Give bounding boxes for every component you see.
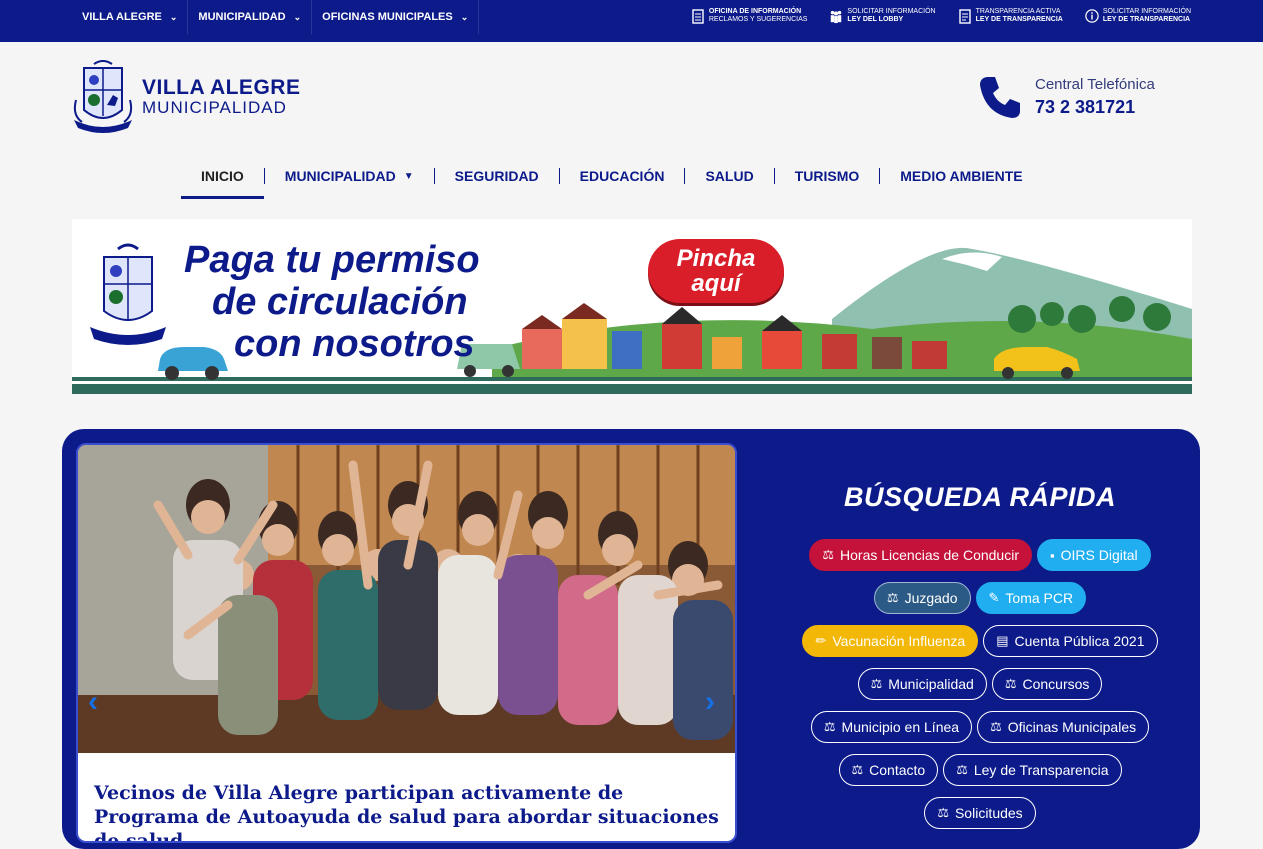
quick-link-horas-licencias[interactable]: ⚖ Horas Licencias de Conducir xyxy=(809,539,1032,571)
scale-icon: ⚖ xyxy=(870,676,883,691)
top-bar: VILLA ALEGRE ⌄ MUNICIPALIDAD ⌄ OFICINAS MU… xyxy=(0,0,1263,42)
topnav-villa-alegre[interactable]: VILLA ALEGRE ⌄ xyxy=(72,0,189,34)
logo-line1: VILLA ALEGRE xyxy=(142,76,301,99)
quick-search-links: ⚖ Horas Licencias de Conducir ▪ OIRS Digit… xyxy=(770,539,1190,840)
quick-link-cuenta-publica[interactable]: ▤ Cuenta Pública 2021 xyxy=(983,625,1158,657)
logo-line2: MUNICIPALIDAD xyxy=(142,98,287,117)
toplink-transparencia-activa[interactable]: TRANSPARENCIA ACTIVA LEY DE TRANSPARENCIA xyxy=(958,8,1063,24)
pencil-icon: ✏ xyxy=(815,633,827,648)
scale-icon: ⚖ xyxy=(823,719,836,734)
scale-icon: ⚖ xyxy=(886,590,899,605)
scale-icon: ⚖ xyxy=(1004,676,1017,691)
scale-icon: ⚖ xyxy=(990,719,1002,734)
syringe-icon: ✎ xyxy=(988,590,1000,605)
briefcase-icon: ▪ xyxy=(1050,547,1055,563)
info-icon xyxy=(1085,8,1099,24)
slider-next-arrow-icon[interactable]: › xyxy=(705,685,715,719)
quick-link-ley-transparencia[interactable]: ⚖ Ley de Transparencia xyxy=(943,754,1122,786)
news-photo: ‹ › xyxy=(78,445,735,753)
document-icon xyxy=(691,8,705,24)
quick-link-solicitudes[interactable]: ⚖ Solicitudes xyxy=(924,797,1036,829)
phone-contact[interactable]: Central Telefónica 73 2 381721 xyxy=(977,74,1155,120)
news-headline[interactable]: Vecinos de Villa Alegre participan activ… xyxy=(94,781,724,841)
main-nav: INICIO MUNICIPALIDAD ▼ SEGURIDAD EDUCACIÓ… xyxy=(181,160,1043,199)
phone-icon xyxy=(980,77,1020,118)
nav-municipalidad[interactable]: MUNICIPALIDAD ▼ xyxy=(265,160,434,192)
site-logo[interactable]: VILLA ALEGRE MUNICIPALIDAD xyxy=(72,60,300,134)
quick-link-concursos[interactable]: ⚖ Concursos xyxy=(991,668,1103,700)
scale-icon: ⚖ xyxy=(822,547,835,562)
toplink-lobby[interactable]: SOLICITAR INFORMACIÓN LEY DEL LOBBY xyxy=(829,8,936,24)
nav-educacion[interactable]: EDUCACIÓN xyxy=(560,160,685,192)
news-slider[interactable]: ‹ › Vecinos de Villa Alegre participan a… xyxy=(76,443,737,843)
topnav-oficinas-municipales[interactable]: OFICINAS MUNICIPALES ⌄ xyxy=(312,0,480,34)
chevron-down-icon: ⌄ xyxy=(460,11,469,22)
quick-link-contacto[interactable]: ⚖ Contacto xyxy=(838,754,939,786)
nav-inicio[interactable]: INICIO xyxy=(181,160,264,199)
quick-link-oirs-digital[interactable]: ▪ OIRS Digital xyxy=(1037,539,1151,571)
chevron-down-icon: ⌄ xyxy=(293,11,302,22)
top-links: OFICINA DE INFORMACIÓN RECLAMOS Y SUGEREN… xyxy=(691,8,1191,24)
slider-prev-arrow-icon[interactable]: ‹ xyxy=(88,685,98,719)
toplink-oirs[interactable]: OFICINA DE INFORMACIÓN RECLAMOS Y SUGEREN… xyxy=(691,8,807,24)
scale-icon: ⚖ xyxy=(937,805,949,820)
municipal-crest-icon xyxy=(73,60,133,133)
nav-salud[interactable]: SALUD xyxy=(685,160,773,192)
topnav-municipalidad[interactable]: MUNICIPALIDAD ⌄ xyxy=(188,0,313,34)
newspaper-icon: ▤ xyxy=(996,633,1009,648)
list-document-icon xyxy=(958,8,972,24)
scale-icon: ⚖ xyxy=(851,762,864,777)
nav-medio-ambiente[interactable]: MEDIO AMBIENTE xyxy=(880,160,1042,192)
quick-link-vacunacion-influenza[interactable]: ✏ Vacunación Influenza xyxy=(802,625,979,657)
toplink-solicitar-transparencia[interactable]: SOLICITAR INFORMACIÓN LEY DE TRANSPARENCI… xyxy=(1085,8,1191,24)
quick-link-municipalidad[interactable]: ⚖ Municipalidad xyxy=(857,668,987,700)
caret-down-icon: ▼ xyxy=(403,170,414,182)
nav-turismo[interactable]: TURISMO xyxy=(775,160,880,192)
promo-banner[interactable]: Paga tu permiso de circulación con nosot… xyxy=(72,219,1192,394)
quick-link-municipio-en-linea[interactable]: ⚖ Municipio en Línea xyxy=(810,711,973,743)
banner-cta-button[interactable]: Pincha aquí xyxy=(648,239,784,303)
quick-link-juzgado[interactable]: ⚖ Juzgado xyxy=(873,582,971,614)
quick-link-oficinas-municipales[interactable]: ⚖ Oficinas Municipales xyxy=(977,711,1150,743)
group-photo-image xyxy=(78,445,735,753)
nav-seguridad[interactable]: SEGURIDAD xyxy=(435,160,559,192)
phone-label: Central Telefónica xyxy=(1035,76,1155,93)
phone-number[interactable]: 73 2 381721 xyxy=(1035,97,1155,118)
quick-link-toma-pcr[interactable]: ✎ Toma PCR xyxy=(975,582,1087,614)
top-nav: VILLA ALEGRE ⌄ MUNICIPALIDAD ⌄ OFICINAS MU… xyxy=(72,0,480,34)
people-icon xyxy=(829,8,843,24)
chevron-down-icon: ⌄ xyxy=(169,11,178,22)
banner-title: Paga tu permiso de circulación con nosot… xyxy=(184,239,480,365)
scale-icon: ⚖ xyxy=(956,762,968,777)
quick-search-title: BÚSQUEDA RÁPIDA xyxy=(843,482,1116,512)
